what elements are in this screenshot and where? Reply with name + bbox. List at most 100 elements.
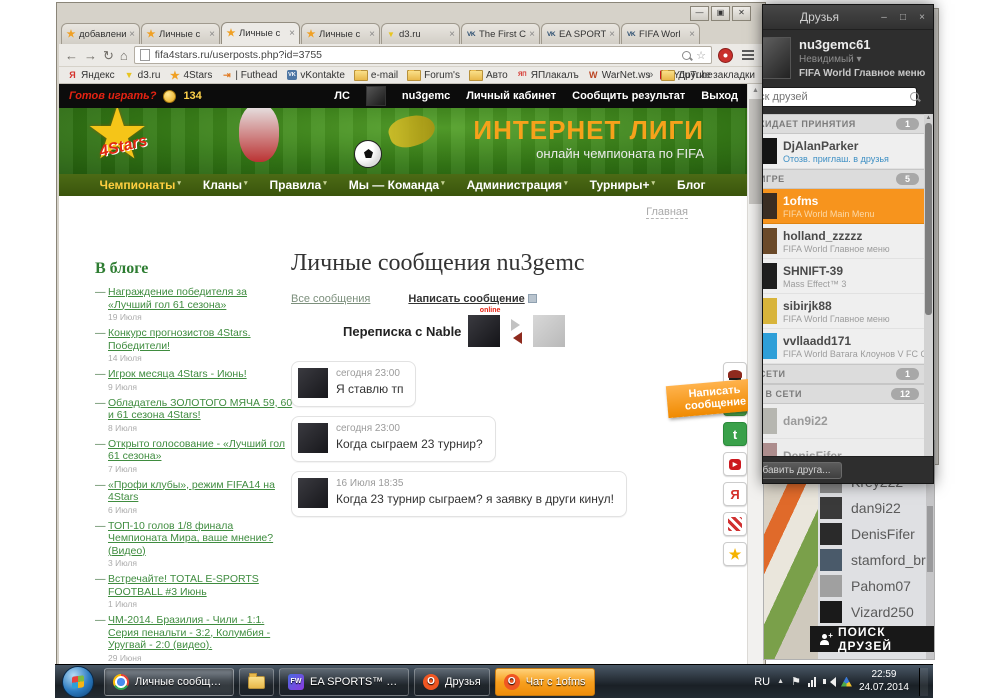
browser-tab[interactable]: d3.ru xyxy=(381,23,460,44)
browser-tab[interactable]: EA SPORT xyxy=(541,23,620,44)
menu-icon[interactable] xyxy=(742,54,754,56)
social-icon[interactable] xyxy=(723,422,747,446)
report-result-link[interactable]: Сообщить результат xyxy=(572,90,685,102)
bookmark-item[interactable]: 4Stars xyxy=(169,70,212,81)
tab-close-icon[interactable] xyxy=(209,29,215,40)
section-header[interactable]: НЕ В СЕТИ 12 xyxy=(763,384,924,404)
tab-close-icon[interactable] xyxy=(289,28,295,39)
cabinet-link[interactable]: Личный кабинет xyxy=(466,90,556,102)
bookmark-item[interactable]: d3.ru xyxy=(124,70,161,81)
blog-link[interactable]: Встречайте! TOTAL E-SPORTS FOOTBALL #3 И… xyxy=(95,573,293,598)
status-dropdown[interactable]: Невидимый ▾ xyxy=(799,54,925,65)
social-icon[interactable] xyxy=(723,542,747,566)
tab-close-icon[interactable] xyxy=(609,29,615,40)
browser-tab[interactable]: добавлени xyxy=(61,23,140,44)
friend-row[interactable]: vvllaadd171 FIFA World Ватага Клоунов V … xyxy=(763,329,924,364)
nav-item[interactable]: Турниры+ ▾ xyxy=(590,178,655,192)
blog-link[interactable]: ТОП-10 голов 1/8 финала Чемпионата Мира,… xyxy=(95,520,293,558)
reload-icon[interactable]: ↻ xyxy=(103,49,114,62)
breadcrumb[interactable]: Главная xyxy=(646,206,688,219)
nav-item[interactable]: Администрация ▾ xyxy=(467,178,568,192)
friend-row[interactable]: 1ofms FIFA World Main Menu xyxy=(763,189,924,224)
nav-item[interactable]: Правила ▾ xyxy=(270,178,327,192)
taskbar-button[interactable]: Личные сообще... xyxy=(104,668,234,696)
bookmark-item[interactable]: Авто xyxy=(469,70,508,81)
tab-close-icon[interactable] xyxy=(129,29,135,40)
friends-titlebar[interactable]: Друзья – □ × xyxy=(763,5,933,30)
search-icon[interactable] xyxy=(682,51,691,60)
bookmark-item[interactable]: | Futhead xyxy=(221,70,277,81)
section-header[interactable]: В СЕТИ 1 xyxy=(763,364,924,384)
game-friend-row[interactable]: stamford_briid xyxy=(820,547,926,573)
browser-tab[interactable]: FIFA Worl xyxy=(621,23,700,44)
game-friend-row[interactable]: DenisFifer xyxy=(820,521,926,547)
blog-link[interactable]: Конкурс прогнозистов 4Stars. Победители! xyxy=(95,327,293,352)
url-text[interactable]: fifa4stars.ru/userposts.php?id=3755 xyxy=(155,49,677,61)
logout-link[interactable]: Выход xyxy=(701,90,738,102)
scrollbar-thumb[interactable] xyxy=(925,123,932,315)
start-button[interactable] xyxy=(62,666,94,698)
tab-close-icon[interactable] xyxy=(689,29,695,40)
action-center-flag-icon[interactable]: ⚑ xyxy=(791,675,801,688)
game-friend-row[interactable]: Vizard250 xyxy=(820,599,926,625)
show-desktop-button[interactable] xyxy=(919,668,928,696)
friend-row[interactable]: DjAlanParker Отозв. приглаш. в друзья xyxy=(763,134,924,169)
bookmark-item[interactable]: Forum's xyxy=(407,70,460,81)
bookmark-item[interactable]: e-mail xyxy=(354,70,398,81)
add-friend-button[interactable]: Добавить друга... xyxy=(762,462,842,479)
find-friends-bar[interactable]: ПОИСК ДРУЗЕЙ xyxy=(810,626,934,652)
scroll-up-icon[interactable]: ▲ xyxy=(748,84,763,98)
minimize-button[interactable]: — xyxy=(690,6,709,21)
nav-item[interactable]: Чемпионаты ▾ xyxy=(100,178,181,192)
write-message-link[interactable]: Написать сообщение xyxy=(408,293,536,305)
section-header[interactable]: В ИГРЕ 5 xyxy=(763,169,924,189)
taskbar-button[interactable]: EA SPORTS™ FIFA... xyxy=(279,668,409,696)
maximize-button[interactable]: □ xyxy=(895,12,911,23)
friend-row[interactable]: holland_zzzzz FIFA World Главное меню xyxy=(763,224,924,259)
friends-scrollbar[interactable]: ▲ xyxy=(924,114,933,456)
blog-link[interactable]: Награждение победителя за «Лучший гол 61… xyxy=(95,286,293,311)
browser-tab[interactable]: Личные с xyxy=(141,23,220,44)
home-icon[interactable]: ⌂ xyxy=(120,49,128,62)
nav-item[interactable]: Блог xyxy=(677,178,707,192)
language-indicator[interactable]: RU xyxy=(754,676,770,688)
username-link[interactable]: nu3gemc xyxy=(402,90,450,102)
blog-link[interactable]: ЧМ-2014. Бразилия - Чили - 1:1. Серия пе… xyxy=(95,614,293,652)
bookmark-item[interactable]: vKontakte xyxy=(286,70,344,81)
bookmark-item[interactable]: ЯПлакалъ xyxy=(517,70,579,81)
blog-link[interactable]: Игрок месяца 4Stars - Июнь! xyxy=(95,368,293,381)
scroll-up-icon[interactable]: ▲ xyxy=(924,114,933,123)
forward-icon[interactable]: → xyxy=(84,49,97,62)
taskbar-button[interactable]: Друзья xyxy=(414,668,490,696)
tab-close-icon[interactable] xyxy=(449,29,455,40)
browser-tab[interactable]: The First C xyxy=(461,23,540,44)
arrow-right-icon[interactable] xyxy=(511,319,526,331)
tray-expand-icon[interactable]: ▲ xyxy=(777,678,784,685)
browser-scrollbar[interactable]: ▲ ▼ xyxy=(747,84,763,685)
extension-icon[interactable] xyxy=(718,48,733,63)
thread-nav-arrows[interactable] xyxy=(507,319,526,344)
close-button[interactable]: ✕ xyxy=(732,6,751,21)
contact-avatar[interactable]: online xyxy=(468,315,500,347)
bookmark-star-icon[interactable]: ☆ xyxy=(696,49,706,62)
all-messages-link[interactable]: Все сообщения xyxy=(291,293,370,305)
social-icon[interactable] xyxy=(723,482,747,506)
private-messages-link[interactable]: ЛС xyxy=(334,90,350,102)
section-header[interactable]: ОЖИДАЕТ ПРИНЯТИЯ 1 xyxy=(763,114,924,134)
game-friend-row[interactable]: dan9i22 xyxy=(820,495,926,521)
bookmark-item[interactable]: WarNet.ws xyxy=(588,70,651,81)
maximize-button[interactable]: ▣ xyxy=(711,6,730,21)
blog-link[interactable]: Обладатель ЗОЛОТОГО МЯЧА 59, 60 и 61 сез… xyxy=(95,397,293,422)
clock[interactable]: 22:59 24.07.2014 xyxy=(859,669,909,694)
address-bar[interactable]: fifa4stars.ru/userposts.php?id=3755 ☆ xyxy=(134,46,712,64)
minimize-button[interactable]: – xyxy=(876,12,892,23)
tab-close-icon[interactable] xyxy=(369,29,375,40)
scrollbar-thumb[interactable] xyxy=(749,99,762,204)
bookmark-item[interactable]: Яндекс xyxy=(67,70,115,81)
network-icon[interactable] xyxy=(808,677,816,687)
search-icon[interactable] xyxy=(910,92,919,101)
profile-avatar[interactable] xyxy=(762,37,791,79)
blog-link[interactable]: Открыто голосование - «Лучший гол 61 сез… xyxy=(95,438,293,463)
blog-link[interactable]: «Профи клубы», режим FIFA14 на 4Stars xyxy=(95,479,293,504)
tab-close-icon[interactable] xyxy=(529,29,535,40)
